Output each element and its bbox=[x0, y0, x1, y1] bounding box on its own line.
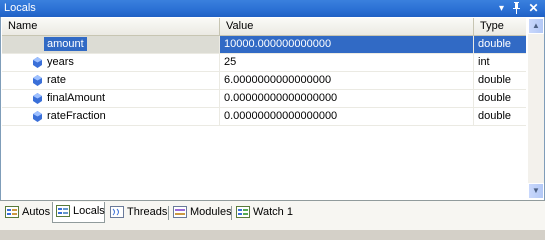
tab-modules[interactable]: Modules bbox=[170, 203, 232, 222]
grid-header: Name Value Type bbox=[2, 18, 526, 36]
variable-type: double bbox=[474, 36, 526, 53]
variable-type: int bbox=[478, 56, 490, 68]
scroll-down-icon[interactable]: ▼ bbox=[528, 183, 544, 199]
tab-label: Threads bbox=[127, 206, 168, 218]
variable-type: double bbox=[478, 74, 512, 86]
scroll-up-icon[interactable]: ▲ bbox=[528, 18, 544, 34]
column-header-name[interactable]: Name bbox=[2, 18, 220, 35]
variable-name: rateFraction bbox=[2, 108, 220, 125]
tab-watch-1[interactable]: Watch 1 bbox=[233, 203, 293, 222]
vertical-scrollbar[interactable]: ▲ ▼ bbox=[528, 18, 544, 199]
locals-icon bbox=[56, 205, 70, 217]
tab-separator bbox=[168, 206, 169, 220]
variable-value[interactable]: 25 bbox=[220, 54, 474, 71]
tab-autos[interactable]: Autos bbox=[2, 203, 52, 222]
autos-icon bbox=[5, 206, 19, 218]
variable-name: years bbox=[2, 54, 220, 71]
tab-label: Autos bbox=[22, 206, 51, 218]
tab-threads[interactable]: Threads bbox=[107, 203, 167, 222]
threads-icon bbox=[110, 206, 124, 218]
variable-value[interactable]: 0.00000000000000000 bbox=[220, 90, 474, 107]
variable-value[interactable]: 0.00000000000000000 bbox=[220, 108, 474, 125]
tab-separator bbox=[231, 206, 232, 220]
watch-icon bbox=[236, 206, 250, 218]
close-icon[interactable]: ✕ bbox=[527, 2, 540, 15]
grid-rows: amount 10000.000000000000 double years 2… bbox=[2, 36, 526, 126]
tab-locals[interactable]: Locals bbox=[52, 202, 105, 223]
variable-type: double bbox=[478, 92, 512, 104]
auto-hide-pin-icon[interactable] bbox=[510, 2, 523, 15]
variable-name: amount bbox=[2, 36, 220, 53]
modules-icon bbox=[173, 206, 187, 218]
variable-type: double bbox=[478, 110, 512, 122]
table-row[interactable]: rate 6.0000000000000000 double bbox=[2, 72, 526, 90]
table-row[interactable]: amount 10000.000000000000 double bbox=[2, 36, 526, 54]
variable-name: finalAmount bbox=[2, 90, 220, 107]
tab-label: Watch 1 bbox=[253, 206, 293, 218]
column-header-type[interactable]: Type bbox=[474, 18, 526, 35]
table-row[interactable]: rateFraction 0.00000000000000000 double bbox=[2, 108, 526, 126]
variable-value[interactable]: 10000.000000000000 bbox=[220, 36, 474, 53]
table-row[interactable]: finalAmount 0.00000000000000000 double bbox=[2, 90, 526, 108]
debug-tab-strip: Autos Locals Threads Modules Watch 1 bbox=[0, 200, 545, 230]
variable-name: rate bbox=[2, 72, 220, 89]
window-title: Locals bbox=[4, 2, 36, 14]
window-position-dropdown-icon[interactable]: ▾ bbox=[495, 2, 508, 15]
title-bar: Locals ▾ ✕ bbox=[0, 0, 545, 17]
tab-label: Modules bbox=[190, 206, 232, 218]
variable-value[interactable]: 6.0000000000000000 bbox=[220, 72, 474, 89]
locals-window: Locals ▾ ✕ Name Value Type amount 10000.… bbox=[0, 0, 545, 230]
locals-grid: Name Value Type amount 10000.00000000000… bbox=[0, 17, 545, 200]
column-header-value[interactable]: Value bbox=[220, 18, 474, 35]
tab-label: Locals bbox=[73, 205, 105, 217]
table-row[interactable]: years 25 int bbox=[2, 54, 526, 72]
